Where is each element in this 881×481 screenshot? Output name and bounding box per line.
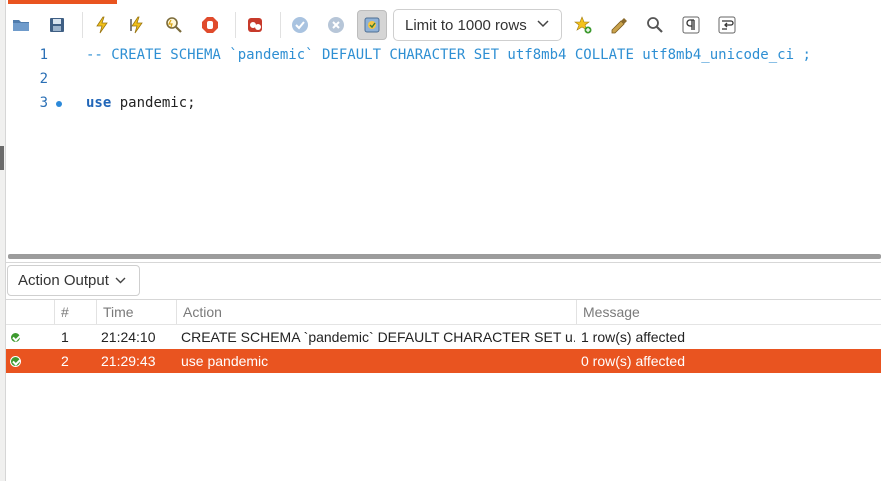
stop-icon[interactable] <box>195 10 225 40</box>
sql-editor[interactable]: 1 -- CREATE SCHEMA `pandemic` DEFAULT CH… <box>6 44 881 254</box>
statement-marker-icon <box>56 101 62 107</box>
table-row-selected[interactable]: 2 21:29:43 use pandemic 0 row(s) affecte… <box>6 349 881 373</box>
row-message: 0 row(s) affected <box>581 353 686 369</box>
panel-splitter-handle[interactable] <box>0 146 4 170</box>
invisible-chars-icon[interactable] <box>676 10 706 40</box>
table-row[interactable]: 1 21:24:10 CREATE SCHEMA `pandemic` DEFA… <box>6 325 881 349</box>
column-header-message[interactable]: Message <box>576 300 881 324</box>
beautify-icon[interactable] <box>604 10 634 40</box>
limit-rows-select[interactable]: Limit to 1000 rows <box>393 9 562 41</box>
row-time: 21:29:43 <box>101 353 156 369</box>
execute-current-icon[interactable] <box>123 10 153 40</box>
row-number: 2 <box>61 353 69 369</box>
row-action: use pandemic <box>181 353 269 369</box>
sql-code: use pandemic; <box>86 93 196 113</box>
horizontal-scrollbar[interactable] <box>8 254 881 259</box>
explain-icon[interactable] <box>159 10 189 40</box>
find-icon[interactable] <box>640 10 670 40</box>
line-number: 1 <box>39 47 48 63</box>
grid-header: # Time Action Message <box>6 299 881 325</box>
success-check-icon <box>10 332 21 343</box>
save-icon[interactable] <box>42 10 72 40</box>
row-time: 21:24:10 <box>101 329 156 345</box>
limit-rows-label: Limit to 1000 rows <box>405 16 527 34</box>
action-output-grid: # Time Action Message 1 21:24:10 CREATE … <box>6 299 881 373</box>
autocommit-icon[interactable] <box>357 10 387 40</box>
wrap-icon[interactable] <box>712 10 742 40</box>
toggle-error-icon[interactable] <box>240 10 270 40</box>
rollback-icon[interactable] <box>321 10 351 40</box>
column-header-time[interactable]: Time <box>96 300 178 324</box>
sql-editor-toolbar: Limit to 1000 rows <box>6 6 881 44</box>
line-number: 3 <box>39 95 48 111</box>
toolbar-separator <box>280 12 281 38</box>
active-tab-indicator <box>8 0 117 4</box>
chevron-down-icon <box>537 20 549 28</box>
column-header-action[interactable]: Action <box>176 300 582 324</box>
success-check-icon <box>10 356 21 367</box>
row-message: 1 row(s) affected <box>581 329 686 345</box>
open-folder-icon[interactable] <box>6 10 36 40</box>
chevron-down-icon <box>115 277 126 284</box>
add-snippet-icon[interactable] <box>568 10 598 40</box>
sql-comment: -- CREATE SCHEMA `pandemic` DEFAULT CHAR… <box>86 47 811 63</box>
row-action: CREATE SCHEMA `pandemic` DEFAULT CHARACT… <box>181 329 575 345</box>
output-type-label: Action Output <box>18 272 109 289</box>
sql-keyword: use <box>86 95 112 111</box>
execute-icon[interactable] <box>87 10 117 40</box>
output-type-select[interactable]: Action Output <box>7 265 140 296</box>
row-number: 1 <box>61 329 69 345</box>
commit-icon[interactable] <box>285 10 315 40</box>
column-header-number[interactable]: # <box>54 300 100 324</box>
toolbar-separator <box>235 12 236 38</box>
line-number: 2 <box>39 71 48 87</box>
panel-divider <box>6 262 881 263</box>
toolbar-separator <box>82 12 83 38</box>
sql-text: pandemic; <box>111 95 196 111</box>
